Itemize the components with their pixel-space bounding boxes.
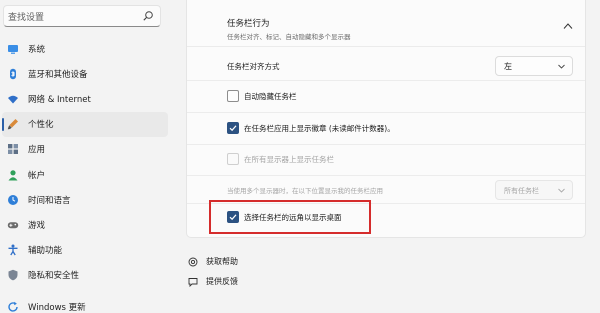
chevron-down-icon xyxy=(558,64,565,69)
section-subtitle: 任务栏对齐、标记、自动隐藏和多个显示器 xyxy=(227,33,351,41)
alignment-label: 任务栏对齐方式 xyxy=(227,62,280,71)
settings-nav: 系统 蓝牙和其他设备 网络 & Internet 个性化 应用 帐户 时间和语言… xyxy=(0,36,168,313)
sidebar: 查找设置 系统 蓝牙和其他设备 网络 & Internet 个性化 应用 帐户 … xyxy=(0,0,172,313)
divider xyxy=(187,112,585,113)
sidebar-item-network[interactable]: 网络 & Internet xyxy=(2,86,168,111)
apps-icon xyxy=(8,144,18,155)
multi-display-label: 当使用多个显示器时，在以下位置显示我的任务栏应用 xyxy=(227,187,383,195)
sidebar-item-apps[interactable]: 应用 xyxy=(2,137,168,162)
divider xyxy=(187,175,585,176)
sidebar-item-gaming[interactable]: 游戏 xyxy=(2,212,168,237)
sidebar-item-bluetooth[interactable]: 蓝牙和其他设备 xyxy=(2,61,168,86)
gamepad-icon xyxy=(7,222,19,229)
wifi-icon xyxy=(8,95,18,104)
help-icon xyxy=(188,257,198,266)
chevron-up-icon[interactable] xyxy=(563,22,573,30)
sidebar-item-accessibility[interactable]: 辅助功能 xyxy=(2,238,168,263)
accessibility-icon xyxy=(8,244,18,256)
shield-icon xyxy=(8,270,18,281)
bluetooth-icon xyxy=(10,68,16,79)
section-title: 任务栏行为 xyxy=(227,19,270,29)
search-box[interactable]: 查找设置 xyxy=(3,5,161,27)
divider xyxy=(187,80,585,81)
checkmark-icon xyxy=(229,125,237,132)
sidebar-item-personalization[interactable]: 个性化 xyxy=(2,111,168,137)
show-badges-label: 在任务栏应用上显示徽章 (未读邮件计数器)。 xyxy=(244,124,395,133)
update-icon xyxy=(8,302,18,313)
auto-hide-checkbox[interactable] xyxy=(227,90,239,102)
search-icon[interactable] xyxy=(142,10,154,22)
alignment-dropdown[interactable]: 左 xyxy=(495,56,573,76)
feedback-label: 提供反馈 xyxy=(206,277,238,286)
sidebar-item-privacy[interactable]: 隐私和安全性 xyxy=(2,263,168,288)
highlight-annotation xyxy=(209,200,371,234)
globe-clock-icon xyxy=(8,194,18,205)
sidebar-item-accounts[interactable]: 帐户 xyxy=(2,162,168,187)
get-help-link[interactable]: 获取帮助 xyxy=(188,256,238,267)
get-help-label: 获取帮助 xyxy=(206,257,238,266)
chevron-down-icon xyxy=(558,188,565,193)
sidebar-item-time-language[interactable]: 时间和语言 xyxy=(2,187,168,212)
taskbar-behaviors-header[interactable]: 任务栏行为 任务栏对齐、标记、自动隐藏和多个显示器 xyxy=(187,0,585,47)
all-displays-label: 在所有显示器上显示任务栏 xyxy=(244,155,334,164)
monitor-icon xyxy=(8,44,18,54)
divider xyxy=(187,144,585,145)
feedback-icon xyxy=(188,277,198,287)
auto-hide-label: 自动隐藏任务栏 xyxy=(244,92,297,101)
person-icon xyxy=(8,169,18,181)
brush-icon xyxy=(7,119,18,130)
all-displays-checkbox[interactable] xyxy=(227,153,239,165)
sidebar-item-system[interactable]: 系统 xyxy=(2,36,168,61)
main-content: 任务栏行为 任务栏对齐、标记、自动隐藏和多个显示器 任务栏对齐方式 左 自动隐藏… xyxy=(172,0,600,292)
search-input[interactable]: 查找设置 xyxy=(8,10,44,23)
alignment-value: 左 xyxy=(504,62,512,71)
multi-display-value: 所有任务栏 xyxy=(504,187,539,195)
feedback-link[interactable]: 提供反馈 xyxy=(188,276,238,287)
show-badges-checkbox[interactable] xyxy=(227,122,239,134)
multi-display-dropdown[interactable]: 所有任务栏 xyxy=(495,180,573,200)
